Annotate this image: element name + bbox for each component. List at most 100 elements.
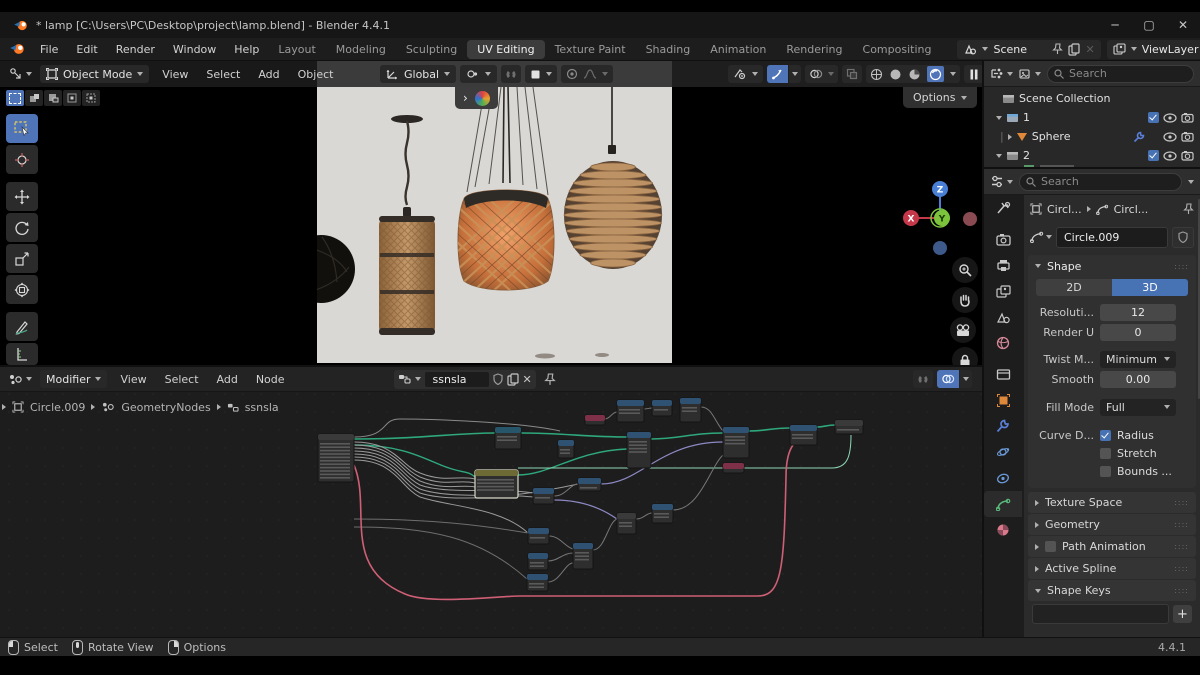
panel-active-spline[interactable]: Active Spline :::: xyxy=(1028,558,1196,579)
new-scene-icon[interactable] xyxy=(1068,42,1081,56)
dimension-2d-button[interactable]: 2D xyxy=(1036,279,1112,296)
graph-node[interactable] xyxy=(527,552,549,571)
workspace-tab-modeling[interactable]: Modeling xyxy=(326,40,396,59)
workspace-tab-uv-editing[interactable]: UV Editing xyxy=(467,39,545,59)
pause-button[interactable] xyxy=(964,65,984,83)
gizmo-dropdown[interactable] xyxy=(789,65,801,83)
graph-node[interactable] xyxy=(651,399,673,417)
node-graph[interactable] xyxy=(0,397,982,637)
viewport-menu-view[interactable]: View xyxy=(153,68,197,81)
panel-texture-space[interactable]: Texture Space :::: xyxy=(1028,492,1196,513)
tab-object-data[interactable] xyxy=(984,491,1022,517)
graph-node[interactable] xyxy=(494,426,522,450)
tab-world[interactable] xyxy=(984,330,1022,356)
proportional-editing-group[interactable] xyxy=(561,65,614,83)
select-mode-set[interactable] xyxy=(6,90,24,106)
graph-node[interactable] xyxy=(474,469,519,499)
tab-physics[interactable] xyxy=(984,439,1022,465)
snap-toggle[interactable] xyxy=(501,65,522,83)
panel-grip-icon[interactable]: :::: xyxy=(1174,586,1189,595)
editor-type-selector[interactable] xyxy=(8,67,32,81)
graph-node[interactable] xyxy=(722,462,745,474)
unlink-scene-icon[interactable]: ✕ xyxy=(1085,43,1094,56)
tab-scene[interactable] xyxy=(984,304,1022,330)
panel-grip-icon[interactable]: :::: xyxy=(1174,542,1189,551)
add-shape-key-button[interactable]: + xyxy=(1173,605,1192,623)
viewport-options-dropdown[interactable]: Options xyxy=(903,87,978,108)
expand-icon[interactable] xyxy=(996,115,1002,120)
duplicate-icon[interactable] xyxy=(506,372,519,386)
graph-node[interactable] xyxy=(526,573,549,592)
workspace-tab-geometry[interactable]: Geome xyxy=(941,40,951,59)
graph-node[interactable] xyxy=(679,397,702,423)
tab-viewlayer[interactable] xyxy=(984,278,1022,304)
axis-gizmo[interactable]: Z X Y xyxy=(898,176,982,260)
graph-node[interactable] xyxy=(616,512,637,535)
chevron-down-icon[interactable] xyxy=(1188,179,1194,184)
menu-file[interactable]: File xyxy=(31,43,67,56)
collection-checkbox[interactable] xyxy=(1148,150,1159,161)
geometry-node-editor[interactable]: Modifier View Select Add Node ssnsla ✕ C… xyxy=(0,365,982,637)
outliner-search-input[interactable]: Search xyxy=(1047,64,1194,83)
node-overlays-toggle[interactable] xyxy=(937,370,959,388)
minimize-button[interactable]: ─ xyxy=(1098,13,1132,37)
tool-move[interactable] xyxy=(6,182,38,211)
twist-method-dropdown[interactable]: Minimum xyxy=(1100,350,1176,368)
select-mode-invert[interactable] xyxy=(63,90,81,106)
curve-data-selector[interactable] xyxy=(1030,231,1052,243)
workspace-tab-texture-paint[interactable]: Texture Paint xyxy=(545,40,636,59)
menu-help[interactable]: Help xyxy=(225,43,268,56)
rendered-shading-active[interactable] xyxy=(927,66,944,82)
node-menu-node[interactable]: Node xyxy=(247,373,294,386)
pin-icon[interactable] xyxy=(1052,43,1064,55)
graph-node[interactable] xyxy=(584,414,606,426)
solid-shading-icon[interactable] xyxy=(889,68,902,81)
panel-grip-icon[interactable]: :::: xyxy=(1174,564,1189,573)
tool-rotate[interactable] xyxy=(6,213,38,242)
workspace-tab-shading[interactable]: Shading xyxy=(636,40,701,59)
graph-node[interactable] xyxy=(317,433,355,483)
unlink-icon[interactable]: ✕ xyxy=(523,373,532,386)
collection-checkbox[interactable] xyxy=(1148,112,1159,123)
select-mode-extend[interactable] xyxy=(25,90,43,106)
workspace-tab-compositing[interactable]: Compositing xyxy=(853,40,942,59)
properties-editor-selector[interactable] xyxy=(990,175,1013,188)
tool-scale[interactable] xyxy=(6,244,38,273)
graph-node[interactable] xyxy=(557,439,575,459)
workspace-tab-layout[interactable]: Layout xyxy=(268,40,325,59)
tab-render[interactable] xyxy=(984,226,1022,252)
node-menu-add[interactable]: Add xyxy=(208,373,247,386)
node-menu-select[interactable]: Select xyxy=(156,373,208,386)
panel-grip-icon[interactable]: :::: xyxy=(1174,520,1189,529)
xray-toggle[interactable] xyxy=(842,65,862,83)
viewport-menu-object[interactable]: Object xyxy=(289,68,343,81)
disable-render-camera-icon[interactable] xyxy=(1181,131,1194,142)
wireframe-shading-icon[interactable] xyxy=(870,68,883,81)
panel-shape-keys[interactable]: Shape Keys :::: xyxy=(1028,580,1196,601)
graph-node[interactable] xyxy=(722,426,750,459)
data-name-input[interactable]: Circle.009 xyxy=(1056,226,1168,248)
outliner-row-collection-1[interactable]: 1 xyxy=(988,108,1196,127)
blender-menu-icon[interactable] xyxy=(10,43,25,55)
panel-geometry[interactable]: Geometry :::: xyxy=(1028,514,1196,535)
graph-node[interactable] xyxy=(834,419,864,435)
graph-node[interactable] xyxy=(577,477,602,492)
tab-constraints[interactable] xyxy=(984,465,1022,491)
shape-keys-list[interactable] xyxy=(1032,604,1169,624)
menu-edit[interactable]: Edit xyxy=(67,43,106,56)
maximize-button[interactable]: ▢ xyxy=(1132,13,1166,37)
viewport-menu-select[interactable]: Select xyxy=(197,68,249,81)
viewport-3d[interactable]: Object Mode View Select Add Object Globa… xyxy=(0,61,984,373)
pan-hand-icon[interactable] xyxy=(952,287,978,313)
smooth-field[interactable]: 0.00 xyxy=(1100,370,1176,388)
tab-tool[interactable] xyxy=(984,195,1022,221)
zoom-icon[interactable] xyxy=(952,257,978,283)
fill-mode-dropdown[interactable]: Full xyxy=(1100,398,1176,416)
tab-collection[interactable] xyxy=(984,361,1022,387)
select-mode-subtract[interactable] xyxy=(44,90,62,106)
graph-node[interactable] xyxy=(532,487,555,505)
object-visibility-dropdown[interactable] xyxy=(728,65,763,83)
dimension-3d-button[interactable]: 3D xyxy=(1112,279,1188,296)
outliner-row-scene-collection[interactable]: Scene Collection xyxy=(988,89,1196,108)
bounds-checkbox[interactable] xyxy=(1100,465,1111,477)
